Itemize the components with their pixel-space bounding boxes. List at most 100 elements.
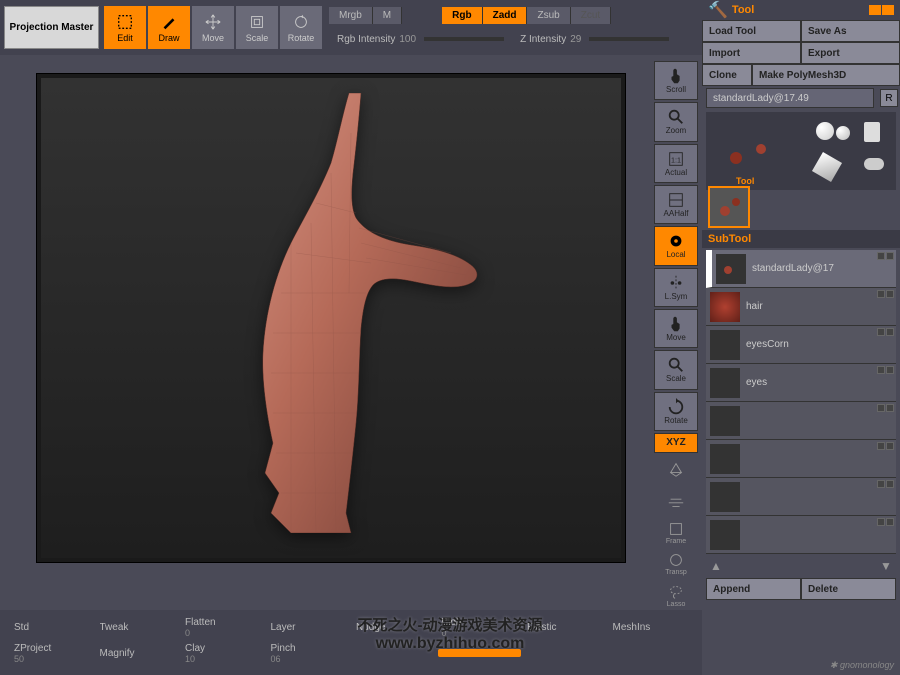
tool-palette[interactable]: Tool xyxy=(706,112,896,190)
scroll-button[interactable]: Scroll xyxy=(654,61,698,100)
brush-std[interactable]: Std xyxy=(10,622,94,633)
subtool-up-button[interactable]: ▲ xyxy=(706,558,726,574)
load-tool-button[interactable]: Load Tool xyxy=(702,20,801,42)
panel-minimize-icon[interactable] xyxy=(869,5,894,15)
subtool-item-eyescorn[interactable]: eyesCorn xyxy=(706,326,896,364)
rgb-intensity-value: 100 xyxy=(399,34,416,45)
move-mode-button[interactable]: Move xyxy=(192,6,234,49)
rgb-button[interactable]: Rgb xyxy=(442,7,482,24)
rotate-icon xyxy=(292,13,310,31)
transp-button[interactable]: Transp xyxy=(654,549,698,578)
subtool-header[interactable]: SubTool xyxy=(702,230,900,248)
brush-flatten[interactable]: Flatten0 xyxy=(181,617,265,638)
zsub-button[interactable]: Zsub xyxy=(527,7,570,24)
move-label: Move xyxy=(202,33,224,43)
brush-nudge[interactable]: Nudge xyxy=(352,622,436,633)
xyz-button[interactable]: XYZ xyxy=(654,433,698,453)
persp-button[interactable] xyxy=(654,455,698,484)
rotate-label: Rotate xyxy=(288,33,315,43)
brush-tool-icon[interactable] xyxy=(812,152,842,182)
zadd-button[interactable]: Zadd xyxy=(483,7,528,24)
brush-active[interactable] xyxy=(438,649,522,657)
brush-pinch[interactable]: Pinch06 xyxy=(267,643,351,664)
subtool-thumb xyxy=(716,254,746,284)
current-tool-field[interactable]: standardLady@17.49 xyxy=(706,88,874,108)
brush-magnify[interactable]: Magnify xyxy=(96,648,180,659)
subtool-item-standardlady[interactable]: standardLady@17 xyxy=(706,250,896,288)
brush-elastic[interactable]: Elastic xyxy=(523,622,607,633)
export-button[interactable]: Export xyxy=(801,42,900,64)
brush-meshins[interactable]: MeshIns xyxy=(609,622,693,633)
sphere2-tool-icon[interactable] xyxy=(836,126,850,140)
floor-button[interactable] xyxy=(654,486,698,515)
brush-tweak[interactable]: Tweak xyxy=(96,622,180,633)
scale-icon xyxy=(248,13,266,31)
subtool-list: standardLady@17 hair eyesCorn eyes xyxy=(706,250,896,554)
m-button[interactable]: M xyxy=(373,7,402,24)
viewport-canvas[interactable] xyxy=(41,78,621,558)
rotate-mode-button[interactable]: Rotate xyxy=(280,6,322,49)
draw-mode-button[interactable]: Draw xyxy=(148,6,190,49)
doc-tool-icon[interactable] xyxy=(864,122,880,142)
scale-mode-button[interactable]: Scale xyxy=(236,6,278,49)
subtool-item-hidden[interactable] xyxy=(706,478,896,516)
tool-label: Tool xyxy=(736,176,754,186)
r-button[interactable]: R xyxy=(880,89,898,107)
rgb-intensity-slider[interactable] xyxy=(424,37,504,41)
brush-blob[interactable]: Blob0 xyxy=(438,617,522,638)
brush-bar: Std Tweak Flatten0 Layer Nudge Blob0 Ela… xyxy=(0,610,702,675)
local-button[interactable]: Local xyxy=(654,226,698,265)
tool-title: Tool xyxy=(732,4,754,16)
move-icon xyxy=(204,13,222,31)
draw-label: Draw xyxy=(158,33,179,43)
frame-button[interactable]: Frame xyxy=(654,518,698,547)
subtool-item-eyes[interactable]: eyes xyxy=(706,364,896,402)
subtool-item-hair[interactable]: hair xyxy=(706,288,896,326)
subtool-item-hidden[interactable] xyxy=(706,440,896,478)
brush-clay[interactable]: Clay10 xyxy=(181,643,265,664)
zoom-button[interactable]: Zoom xyxy=(654,102,698,141)
delete-button[interactable]: Delete xyxy=(801,578,896,600)
subtool-thumb xyxy=(710,368,740,398)
z-intensity-slider[interactable] xyxy=(589,37,669,41)
edit-label: Edit xyxy=(117,33,133,43)
svg-text:1:1: 1:1 xyxy=(671,155,681,164)
red-tool-icon[interactable] xyxy=(730,152,742,164)
cylinder-tool-icon[interactable] xyxy=(864,158,884,170)
scale-label: Scale xyxy=(246,33,269,43)
zcut-button[interactable]: Zcut xyxy=(571,7,611,24)
hand-model xyxy=(201,93,481,533)
edit-mode-button[interactable]: Edit xyxy=(104,6,146,49)
make-polymesh-button[interactable]: Make PolyMesh3D xyxy=(752,64,900,86)
subtool-thumb xyxy=(710,330,740,360)
sphere-tool-icon[interactable] xyxy=(816,122,834,140)
lasso-button[interactable]: Lasso xyxy=(654,581,698,610)
brush-layer[interactable]: Layer xyxy=(267,622,351,633)
subtool-item-hidden[interactable] xyxy=(706,402,896,440)
gnomon-watermark: ✱ gnomonology xyxy=(830,660,894,671)
z-intensity-label: Z Intensity xyxy=(520,34,566,45)
subtool-down-button[interactable]: ▼ xyxy=(876,558,896,574)
main-area xyxy=(0,55,650,610)
projection-master-button[interactable]: Projection Master xyxy=(4,6,99,49)
clone-button[interactable]: Clone xyxy=(702,64,752,86)
hammer-icon: 🔨 xyxy=(708,0,728,20)
edit-icon xyxy=(116,13,134,31)
save-as-button[interactable]: Save As xyxy=(801,20,900,42)
scale-view-button[interactable]: Scale xyxy=(654,350,698,389)
red2-tool-icon[interactable] xyxy=(756,144,766,154)
brush-zproject[interactable]: ZProject50 xyxy=(10,643,94,664)
actual-button[interactable]: 1:1Actual xyxy=(654,144,698,183)
mrgb-button[interactable]: Mrgb xyxy=(329,7,373,24)
lsym-button[interactable]: L.Sym xyxy=(654,268,698,307)
selected-tool-thumb[interactable] xyxy=(708,186,750,228)
import-button[interactable]: Import xyxy=(702,42,801,64)
subtool-item-hidden[interactable] xyxy=(706,516,896,554)
move-view-button[interactable]: Move xyxy=(654,309,698,348)
append-button[interactable]: Append xyxy=(706,578,801,600)
rotate-view-button[interactable]: Rotate xyxy=(654,392,698,431)
viewport[interactable] xyxy=(36,73,626,563)
aahalf-button[interactable]: AAHalf xyxy=(654,185,698,224)
viewport-toolbar: Scroll Zoom 1:1Actual AAHalf Local L.Sym… xyxy=(650,55,702,610)
draw-icon xyxy=(160,13,178,31)
